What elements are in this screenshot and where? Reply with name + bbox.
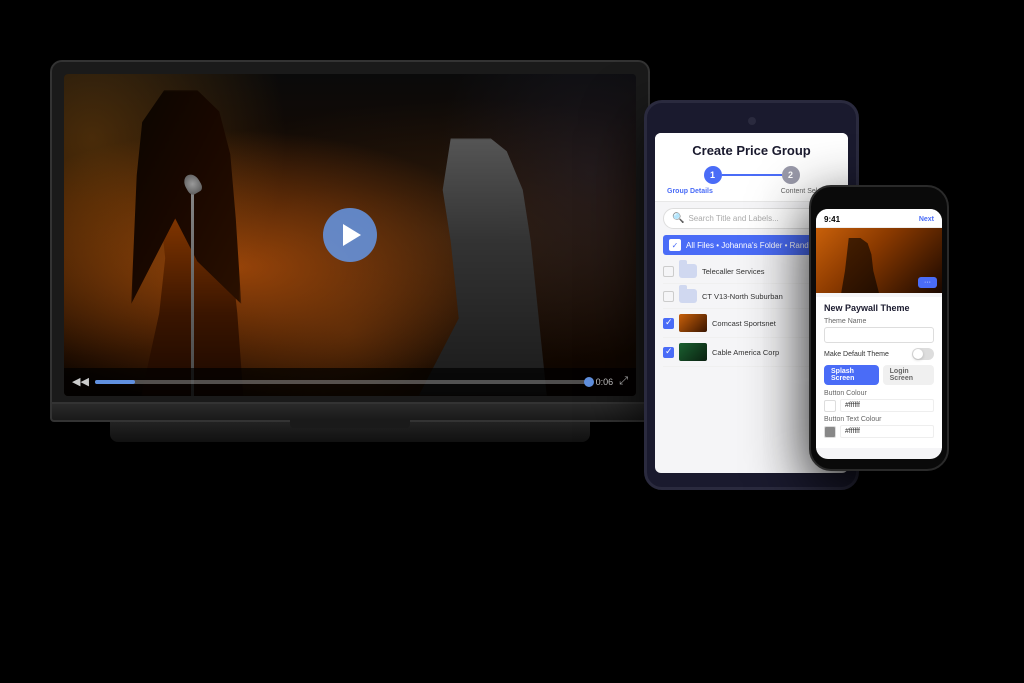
default-toggle-row: Make Default Theme [824, 348, 934, 360]
step-1-label: Group Details [667, 188, 713, 195]
step-line [722, 174, 782, 176]
video-thumbnail [679, 343, 707, 361]
item-checkbox[interactable] [663, 266, 674, 277]
singer-figure [121, 90, 321, 396]
mic-stand [191, 182, 194, 396]
item-checkbox-checked[interactable] [663, 318, 674, 329]
search-icon: 🔍 [672, 213, 684, 224]
play-button[interactable] [323, 208, 377, 262]
step-1-circle[interactable]: 1 [704, 166, 722, 184]
video-controls: ◀◀ 0:06 ⤢ [64, 368, 636, 396]
button-color-label: Button Colour [824, 390, 934, 397]
video-thumbnail [679, 314, 707, 332]
progress-fill [95, 380, 135, 384]
theme-name-label: Theme Name [824, 318, 934, 325]
folder-icon [679, 289, 697, 303]
item-checkbox[interactable] [663, 291, 674, 302]
scene: ◀◀ 0:06 ⤢ Create Price Group [0, 0, 1024, 683]
splash-screen-tab[interactable]: Splash Screen [824, 365, 879, 385]
paywall-theme-section: New Paywall Theme Theme Name Make Defaul… [816, 297, 942, 448]
item-checkbox-checked[interactable] [663, 347, 674, 358]
button-color-row: #ffffff [824, 399, 934, 412]
wizard-steps: 1 2 [665, 166, 838, 184]
laptop-bezel: ◀◀ 0:06 ⤢ [50, 60, 650, 404]
progress-bar[interactable] [95, 380, 590, 384]
breadcrumb-text: All Files • Johanna's Folder • Random [686, 241, 820, 250]
make-default-label: Make Default Theme [824, 351, 889, 358]
folder-icon [679, 264, 697, 278]
login-screen-tab[interactable]: Login Screen [883, 365, 934, 385]
video-time: 0:06 [596, 377, 614, 387]
screen-tabs: Splash Screen Login Screen [824, 365, 934, 385]
concert-figure [841, 238, 879, 293]
section-title: New Paywall Theme [824, 303, 934, 313]
concert-thumbnail: ··· [816, 228, 942, 293]
button-color-value[interactable]: #ffffff [840, 399, 934, 412]
phone: 9:41 Next ··· New Paywall Theme Theme Na… [809, 185, 949, 471]
laptop-screen: ◀◀ 0:06 ⤢ [64, 74, 636, 396]
step-2-number: 2 [788, 170, 793, 180]
theme-name-input[interactable] [824, 327, 934, 343]
phone-notch [859, 197, 899, 203]
phone-screen: 9:41 Next ··· New Paywall Theme Theme Na… [816, 209, 942, 459]
laptop-hinge [290, 420, 410, 428]
button-text-color-value[interactable]: #ffffff [840, 425, 934, 438]
laptop: ◀◀ 0:06 ⤢ [50, 60, 650, 442]
phone-time: 9:41 [824, 215, 840, 224]
button-color-swatch[interactable] [824, 400, 836, 412]
tablet-camera [748, 117, 756, 125]
next-button[interactable]: Next [919, 216, 934, 223]
step-1-number: 1 [710, 170, 715, 180]
create-price-group-title: Create Price Group [665, 143, 838, 158]
progress-dot [584, 377, 594, 387]
step-2-circle[interactable]: 2 [782, 166, 800, 184]
breadcrumb-check: ✓ [669, 239, 681, 251]
play-icon [343, 224, 361, 246]
action-button[interactable]: ··· [918, 277, 937, 288]
button-text-color-swatch[interactable] [824, 426, 836, 438]
volume-icon[interactable]: ◀◀ [72, 375, 89, 388]
phone-header: 9:41 Next [816, 209, 942, 228]
laptop-base [50, 404, 650, 422]
button-text-color-row: #ffffff [824, 425, 934, 438]
button-text-color-label: Button Text Colour [824, 416, 934, 423]
default-toggle[interactable] [912, 348, 934, 360]
fullscreen-icon[interactable]: ⤢ [619, 375, 628, 388]
